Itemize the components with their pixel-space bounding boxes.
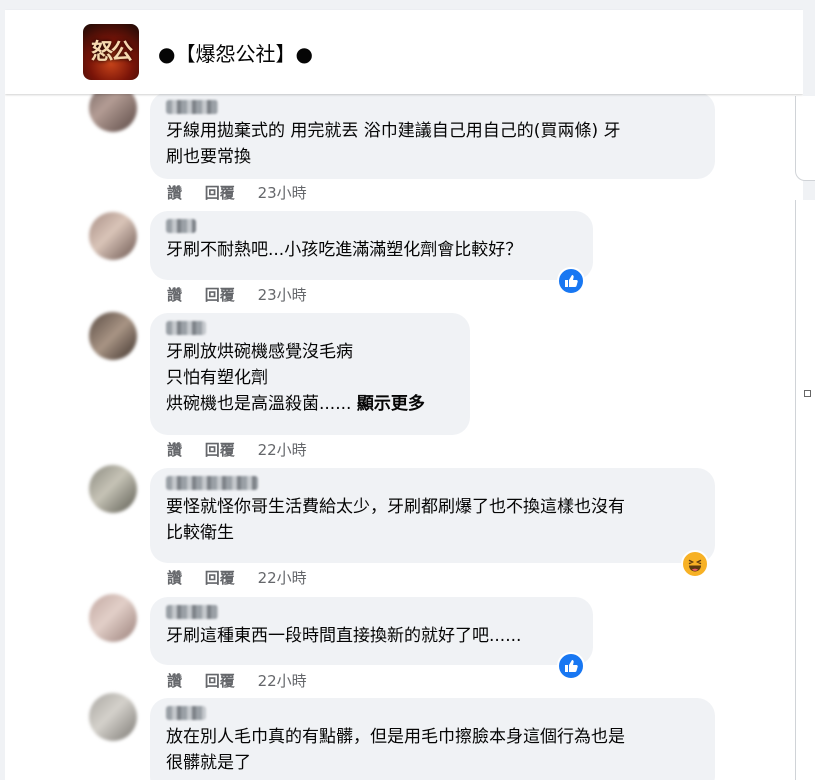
comment-text: 牙刷這種東西一段時間直接換新的就好了吧......: [166, 626, 522, 646]
like-link[interactable]: 讚: [167, 441, 182, 459]
commenter-avatar[interactable]: [89, 693, 137, 741]
comment-body: 牙刷放烘碗機感覺沒毛病 只怕有塑化劑 烘碗機也是高溫殺菌......: [166, 342, 353, 414]
commenter-avatar[interactable]: [89, 465, 137, 513]
commenter-name-blurred[interactable]: [166, 321, 206, 335]
comment-actions: 讚 回覆 23小時: [167, 284, 325, 305]
comment-timestamp[interactable]: 22小時: [258, 672, 307, 690]
like-reaction-icon[interactable]: [557, 267, 585, 295]
group-logo[interactable]: 怒公: [83, 24, 139, 80]
comment-text: 要怪就怪你哥生活費給太少，牙刷都刷爆了也不換這樣也沒有 比較衛生: [166, 497, 625, 543]
comment-actions: 讚 回覆 22小時: [167, 670, 325, 691]
reply-link[interactable]: 回覆: [205, 184, 235, 202]
comment-actions: 讚 回覆 22小時: [167, 567, 325, 588]
comment-bubble: 放在別人毛巾真的有點髒，但是用毛巾擦臉本身這個行為也是 很髒就是了: [150, 698, 715, 780]
commenter-name-blurred[interactable]: [166, 219, 196, 233]
top-strip: [5, 0, 803, 10]
group-logo-glyph: 怒公: [90, 39, 133, 65]
group-name[interactable]: ●【爆怨公社】●: [158, 38, 313, 67]
comment-text: 放在別人毛巾真的有點髒，但是用毛巾擦臉本身這個行為也是 很髒就是了: [166, 727, 625, 773]
haha-reaction-icon[interactable]: [681, 550, 709, 578]
reply-link[interactable]: 回覆: [205, 286, 235, 304]
like-link[interactable]: 讚: [167, 672, 182, 690]
resize-handle[interactable]: [804, 390, 811, 397]
commenter-avatar[interactable]: [89, 312, 137, 360]
comment-timestamp[interactable]: 23小時: [258, 286, 307, 304]
commenter-avatar[interactable]: [89, 212, 137, 260]
comment-text: 牙線用拋棄式的 用完就丟 浴巾建議自己用自己的(買兩條) 牙 刷也要常換: [166, 121, 621, 167]
commenter-name-blurred[interactable]: [166, 476, 258, 490]
like-link[interactable]: 讚: [167, 286, 182, 304]
comments-panel: 牙線用拋棄式的 用完就丟 浴巾建議自己用自己的(買兩條) 牙 刷也要常換 讚 回…: [5, 0, 803, 780]
comment-bubble: 牙刷這種東西一段時間直接換新的就好了吧......: [150, 597, 593, 665]
reply-link[interactable]: 回覆: [205, 441, 235, 459]
like-reaction-icon[interactable]: [557, 652, 585, 680]
comment-actions: 讚 回覆 23小時: [167, 182, 325, 203]
like-link[interactable]: 讚: [167, 184, 182, 202]
comment-timestamp[interactable]: 23小時: [258, 184, 307, 202]
side-panel-edge: [795, 200, 815, 780]
comment-actions: 讚 回覆 22小時: [167, 439, 325, 460]
comment-bubble: 牙刷放烘碗機感覺沒毛病 只怕有塑化劑 烘碗機也是高溫殺菌...... 顯示更多: [150, 313, 470, 435]
commenter-name-blurred[interactable]: [166, 605, 218, 619]
commenter-name-blurred[interactable]: [166, 706, 206, 720]
commenter-name-blurred[interactable]: [166, 100, 218, 114]
comment-timestamp[interactable]: 22小時: [258, 441, 307, 459]
comment-text: 牙刷放烘碗機感覺沒毛病 只怕有塑化劑 烘碗機也是高溫殺菌...... 顯示更多: [166, 339, 458, 417]
see-more-link[interactable]: 顯示更多: [357, 394, 425, 414]
comment-bubble: 牙刷不耐熱吧...小孩吃進滿滿塑化劑會比較好？: [150, 211, 593, 280]
group-header: 怒公 ●【爆怨公社】●: [5, 10, 803, 94]
reply-link[interactable]: 回覆: [205, 672, 235, 690]
comment-text: 牙刷不耐熱吧...小孩吃進滿滿塑化劑會比較好？: [166, 240, 523, 260]
comment-bubble: 牙線用拋棄式的 用完就丟 浴巾建議自己用自己的(買兩條) 牙 刷也要常換: [150, 92, 715, 179]
comment-bubble: 要怪就怪你哥生活費給太少，牙刷都刷爆了也不換這樣也沒有 比較衛生: [150, 468, 715, 563]
side-panel-edge: [795, 96, 815, 181]
comment-timestamp[interactable]: 22小時: [258, 569, 307, 587]
commenter-avatar[interactable]: [89, 594, 137, 642]
like-link[interactable]: 讚: [167, 569, 182, 587]
reply-link[interactable]: 回覆: [205, 569, 235, 587]
